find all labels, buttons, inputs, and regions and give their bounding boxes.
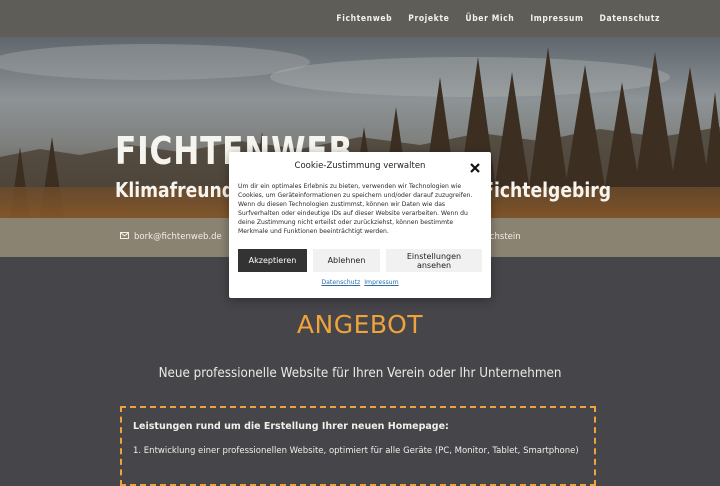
privacy-link[interactable]: Datenschutz bbox=[321, 279, 360, 286]
deny-button[interactable]: Ablehnen bbox=[313, 249, 380, 272]
cookie-consent-dialog: Cookie-Zustimmung verwalten Um dir ein o… bbox=[229, 152, 491, 298]
cookie-dialog-title: Cookie-Zustimmung verwalten bbox=[294, 161, 426, 171]
accept-button[interactable]: Akzeptieren bbox=[238, 249, 307, 272]
view-preferences-button[interactable]: Einstellungen ansehen bbox=[386, 249, 482, 272]
cookie-overlay: Cookie-Zustimmung verwalten Um dir ein o… bbox=[0, 0, 720, 450]
cookie-dialog-links: Datenschutz Impressum bbox=[229, 279, 491, 286]
imprint-link[interactable]: Impressum bbox=[364, 279, 398, 286]
close-icon[interactable] bbox=[469, 159, 481, 173]
cookie-dialog-text: Um dir ein optimales Erlebnis zu bieten,… bbox=[238, 183, 473, 236]
